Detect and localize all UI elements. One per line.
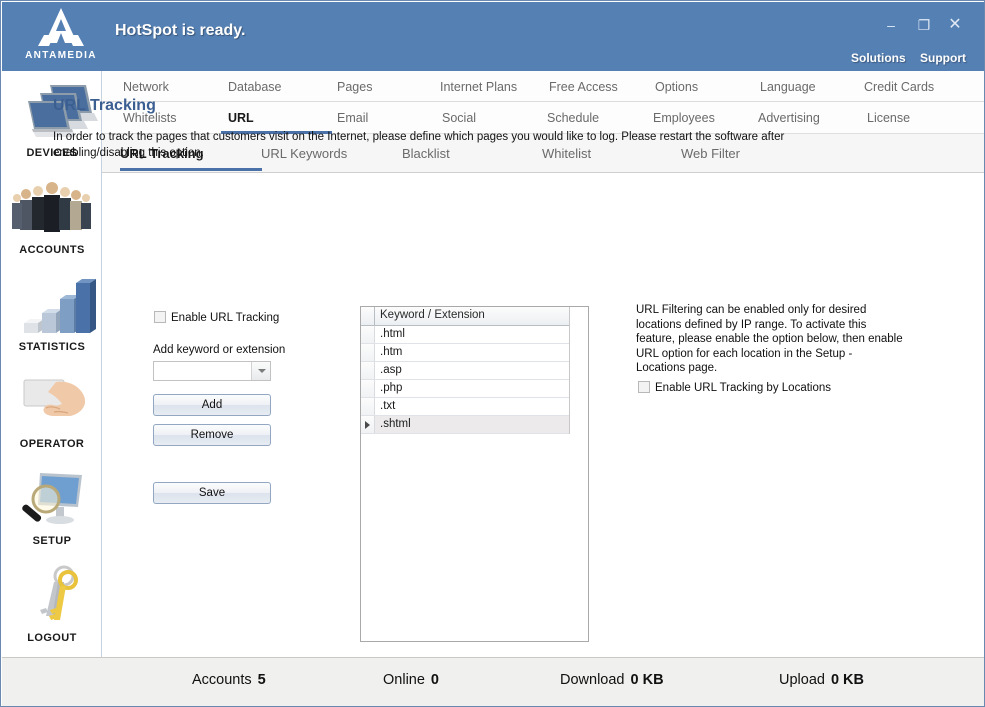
tab-bar-primary: Network Database Pages Internet Plans Fr…: [102, 71, 984, 102]
table-row[interactable]: .htm: [361, 344, 569, 362]
close-icon[interactable]: ✕: [944, 16, 966, 34]
row-selector-cell: [361, 307, 375, 325]
status-accounts-value: 5: [257, 672, 266, 688]
table-row[interactable]: .html: [361, 326, 569, 344]
tab-advertising[interactable]: Advertising: [758, 111, 820, 125]
brand-name: ANTAMEDIA: [25, 50, 97, 61]
grid-cell-keyword: .php: [380, 382, 403, 394]
status-upload-label: Upload: [779, 672, 825, 688]
brand-logo: ANTAMEDIA: [10, 2, 112, 71]
row-selector-cell[interactable]: [361, 380, 375, 397]
tab-network[interactable]: Network: [123, 80, 169, 94]
application-window: ANTAMEDIA HotSpot is ready. – ❐ ✕ Soluti…: [0, 0, 985, 707]
page-title: URL Tracking: [53, 97, 156, 114]
grid-cell-keyword: .shtml: [380, 418, 411, 430]
hand-card-icon: [2, 368, 102, 436]
tab-schedule[interactable]: Schedule: [547, 111, 599, 125]
keys-icon: [2, 562, 102, 630]
sidebar-item-statistics[interactable]: STATISTICS: [2, 271, 102, 353]
enable-url-tracking-checkbox[interactable]: Enable URL Tracking: [154, 308, 279, 326]
status-bar: Accounts 5 Online 0 Download 0 KB Upload 0 K…: [2, 657, 984, 706]
row-selector-cell[interactable]: [361, 398, 375, 415]
checkbox-label: Enable URL Tracking: [171, 312, 280, 324]
grid-cell-keyword: .txt: [380, 400, 396, 412]
status-download-label: Download: [560, 672, 625, 688]
sidebar-item-setup[interactable]: SETUP: [2, 465, 102, 547]
tab-license[interactable]: License: [867, 111, 910, 125]
title-bar: ANTAMEDIA HotSpot is ready. – ❐ ✕ Soluti…: [2, 2, 984, 71]
tab-language[interactable]: Language: [760, 80, 816, 94]
sidebar-item-accounts[interactable]: ACCOUNTS: [2, 174, 102, 256]
sidebar-item-label: OPERATOR: [19, 438, 85, 450]
add-button[interactable]: Add: [153, 394, 271, 416]
people-icon: [2, 174, 102, 242]
maximize-icon[interactable]: ❐: [913, 16, 935, 34]
status-online-label: Online: [383, 672, 425, 688]
tab-email[interactable]: Email: [337, 111, 368, 125]
table-row[interactable]: .asp: [361, 362, 569, 380]
sidebar-item-label: STATISTICS: [18, 341, 86, 353]
table-row[interactable]: .txt: [361, 398, 569, 416]
keyword-grid-container: Keyword / Extension .html .htm .asp .php…: [360, 306, 589, 642]
page-description: In order to track the pages that custome…: [53, 131, 785, 159]
enable-url-tracking-by-locations-checkbox[interactable]: Enable URL Tracking by Locations: [638, 378, 831, 396]
table-row[interactable]: .php: [361, 380, 569, 398]
tab-options[interactable]: Options: [655, 80, 698, 94]
tab-pages[interactable]: Pages: [337, 80, 372, 94]
status-online: Online 0: [383, 672, 439, 688]
checkbox-box: [154, 311, 166, 323]
grid-cell-keyword: .htm: [380, 346, 403, 358]
tab-employees[interactable]: Employees: [653, 111, 715, 125]
chevron-down-icon[interactable]: [251, 362, 270, 380]
keyword-input[interactable]: [154, 362, 249, 380]
sidebar-item-label: LOGOUT: [27, 632, 77, 644]
row-selector-cell[interactable]: [361, 326, 375, 343]
window-title: HotSpot is ready.: [115, 22, 246, 39]
tab-internet-plans[interactable]: Internet Plans: [440, 80, 517, 94]
sidebar-item-operator[interactable]: OPERATOR: [2, 368, 102, 450]
tab-database[interactable]: Database: [228, 80, 282, 94]
grid-column-header: Keyword / Extension: [380, 309, 485, 321]
solutions-link[interactable]: Solutions: [851, 51, 906, 65]
status-upload: Upload 0 KB: [779, 672, 864, 688]
tab-free-access[interactable]: Free Access: [549, 80, 618, 94]
add-keyword-label: Add keyword or extension: [153, 344, 286, 356]
antamedia-logo-icon: [38, 8, 84, 46]
save-button[interactable]: Save: [153, 482, 271, 504]
sidebar-item-label: ACCOUNTS: [19, 244, 85, 256]
tab-url-tracking-underline: [120, 168, 262, 171]
status-accounts-label: Accounts: [192, 672, 252, 688]
row-selector-cell[interactable]: [361, 362, 375, 379]
remove-button[interactable]: Remove: [153, 424, 271, 446]
tab-url[interactable]: URL: [228, 111, 254, 125]
support-link[interactable]: Support: [920, 51, 966, 65]
row-selector-cell[interactable]: [361, 344, 375, 361]
keyword-combobox[interactable]: [153, 361, 271, 381]
status-accounts: Accounts 5: [192, 672, 266, 688]
table-row-selected[interactable]: .shtml: [361, 416, 569, 434]
grid-header-row: Keyword / Extension: [361, 307, 569, 326]
tab-social[interactable]: Social: [442, 111, 476, 125]
status-upload-value: 0 KB: [830, 672, 864, 688]
bar-chart-icon: [2, 271, 102, 339]
grid-cell-keyword: .asp: [380, 364, 402, 376]
sidebar-item-label: SETUP: [32, 535, 72, 547]
url-filtering-info: URL Filtering can be enabled only for de…: [636, 304, 903, 374]
grid-cell-keyword: .html: [380, 328, 405, 340]
checkbox-box: [638, 381, 650, 393]
minimize-icon[interactable]: –: [880, 16, 902, 34]
sidebar-item-logout[interactable]: LOGOUT: [2, 562, 102, 644]
status-download: Download 0 KB: [560, 672, 664, 688]
tab-credit-cards[interactable]: Credit Cards: [864, 80, 934, 94]
row-selector-cell-current[interactable]: [361, 416, 375, 433]
keyword-grid[interactable]: Keyword / Extension .html .htm .asp .php…: [361, 307, 570, 434]
monitor-magnifier-icon: [2, 465, 102, 533]
status-download-value: 0 KB: [630, 672, 664, 688]
checkbox-label: Enable URL Tracking by Locations: [655, 382, 832, 394]
status-online-value: 0: [430, 672, 439, 688]
